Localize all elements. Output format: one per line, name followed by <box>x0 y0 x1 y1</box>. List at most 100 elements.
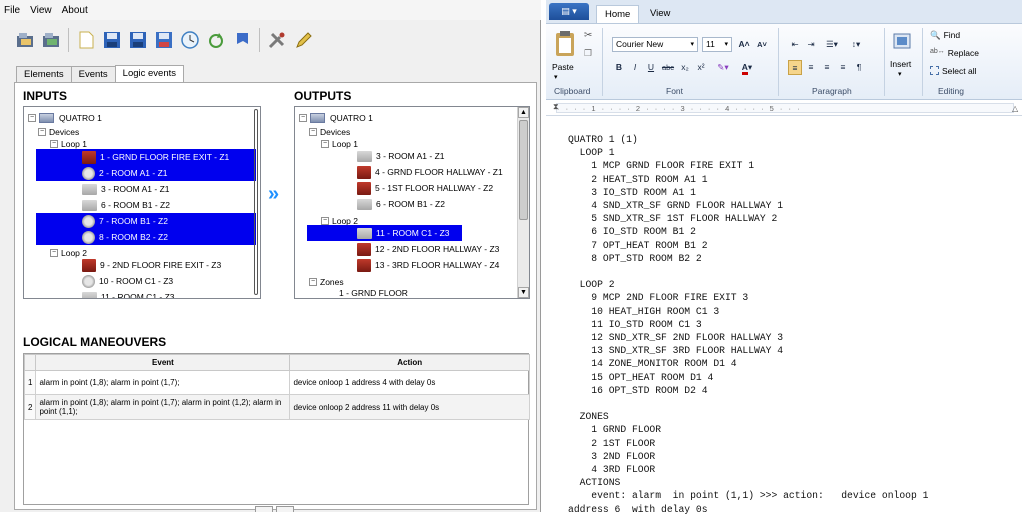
scroll-up-icon[interactable]: ▲ <box>518 107 529 118</box>
tree-device-item[interactable]: 8 - ROOM B2 - Z2 <box>36 229 256 245</box>
insert-picture-icon[interactable] <box>892 32 912 52</box>
replace-button[interactable]: ab↔ Replace <box>930 48 979 58</box>
tree-device-item[interactable]: 7 - ROOM B1 - Z2 <box>36 213 256 229</box>
tree-node-zone[interactable]: 1 - GRND FLOOR <box>339 285 408 298</box>
paste-button[interactable]: Paste <box>552 62 574 72</box>
tree-device-item[interactable]: 13 - 3RD FLOOR HALLWAY - Z4 <box>357 257 499 273</box>
menu-view[interactable]: View <box>30 5 52 16</box>
collapse-icon[interactable]: − <box>28 114 36 122</box>
align-left-icon[interactable]: ≡ <box>788 60 802 75</box>
tab-elements[interactable]: Elements <box>16 66 72 82</box>
copy-icon[interactable]: ❐ <box>584 48 592 59</box>
application-menu-button[interactable]: ▤ ▾ <box>549 3 589 20</box>
strikethrough-icon[interactable]: abc <box>660 60 676 75</box>
italic-icon[interactable]: I <box>628 60 642 75</box>
table-row[interactable]: 2 alarm in point (1,8); alarm in point (… <box>23 394 530 420</box>
tree-device-item[interactable]: 9 - 2ND FLOOR FIRE EXIT - Z3 <box>82 257 221 273</box>
save-all-icon[interactable] <box>153 29 175 51</box>
scroll-down-icon[interactable]: ▼ <box>518 287 529 298</box>
collapse-icon[interactable]: − <box>299 114 307 122</box>
ruler[interactable]: · · · · 1 · · · · 2 · · · · 3 · · · · 4 … <box>546 100 1022 116</box>
tab-logic-events[interactable]: Logic events <box>114 65 184 82</box>
tree-device-item[interactable]: 6 - ROOM B1 - Z2 <box>357 196 445 212</box>
paste-icon[interactable] <box>554 30 576 58</box>
tree-device-item[interactable]: 1 - GRND FLOOR FIRE EXIT - Z1 <box>36 149 256 165</box>
event-cell[interactable]: alarm in point (1,8); alarm in point (1,… <box>35 370 291 395</box>
tree-device-item[interactable]: 4 - GRND FLOOR HALLWAY - Z1 <box>357 164 503 180</box>
select-all-button[interactable]: Select all <box>930 66 977 76</box>
font-family-select[interactable]: Courier New ▾ <box>612 37 698 52</box>
action-cell[interactable]: device onloop 2 address 11 with delay 0s <box>289 394 530 420</box>
scroll-thumb[interactable] <box>519 120 528 220</box>
highlight-color-icon[interactable]: ✎▾ <box>712 60 734 75</box>
paragraph-dialog-icon[interactable]: ¶ <box>852 60 866 75</box>
indent-marker-icon[interactable]: ⧗ <box>553 102 559 112</box>
pen-icon[interactable] <box>292 29 314 51</box>
font-size-select[interactable]: 11 ▾ <box>702 37 732 52</box>
tree-device-item[interactable]: 2 - ROOM A1 - Z1 <box>36 165 256 181</box>
tree-device-item[interactable]: 3 - ROOM A1 - Z1 <box>357 148 445 164</box>
subscript-icon[interactable]: x₂ <box>678 60 692 75</box>
collapse-icon[interactable]: − <box>321 217 329 225</box>
tree-device-item[interactable]: 11 - ROOM C1 - Z3 <box>82 289 175 298</box>
tree-node-loop-1[interactable]: − Loop 1 <box>321 136 358 152</box>
menu-about[interactable]: About <box>62 5 88 16</box>
tree-device-item[interactable]: 11 - ROOM C1 - Z3 <box>307 225 462 241</box>
outputs-tree[interactable]: − QUATRO 1 − Devices − Loop 1 3 - ROOM A… <box>294 106 530 299</box>
column-header-event[interactable]: Event <box>35 354 291 371</box>
tools-icon[interactable] <box>266 29 288 51</box>
column-header-action[interactable]: Action <box>289 354 530 371</box>
refresh-icon[interactable] <box>205 29 227 51</box>
action-cell[interactable]: device onloop 1 address 4 with delay 0s <box>289 370 530 395</box>
document-body[interactable]: QUATRO 1 (1) LOOP 1 1 MCP GRND FLOOR FIR… <box>550 121 1022 515</box>
inputs-tree[interactable]: − QUATRO 1 − Devices − Loop 1 1 - GRND F… <box>23 106 261 299</box>
clock-icon[interactable] <box>179 29 201 51</box>
open-icon[interactable] <box>14 29 36 51</box>
superscript-icon[interactable]: x² <box>694 60 708 75</box>
bold-icon[interactable]: B <box>612 60 626 75</box>
insert-button[interactable]: Insert <box>890 59 911 69</box>
underline-icon[interactable]: U <box>644 60 658 75</box>
tree-device-item[interactable]: 12 - 2ND FLOOR HALLWAY - Z3 <box>357 241 499 257</box>
tree-device-item[interactable]: 10 - ROOM C1 - Z3 <box>82 273 173 289</box>
increase-indent-icon[interactable]: ⇥ <box>804 37 818 52</box>
flag-icon[interactable] <box>231 29 253 51</box>
text-color-icon[interactable]: A▾ <box>736 60 758 75</box>
collapse-icon[interactable]: − <box>50 140 58 148</box>
decrease-indent-icon[interactable]: ⇤ <box>788 37 802 52</box>
collapse-icon[interactable]: − <box>321 140 329 148</box>
open-alt-icon[interactable] <box>40 29 62 51</box>
save-icon[interactable] <box>101 29 123 51</box>
paste-dropdown-icon[interactable]: ▾ <box>554 73 558 81</box>
shrink-font-icon[interactable]: A˅ <box>754 37 770 52</box>
tree-device-item[interactable]: 5 - 1ST FLOOR HALLWAY - Z2 <box>357 180 493 196</box>
table-row[interactable]: 1 alarm in point (1,8); alarm in point (… <box>23 370 530 395</box>
next-page-button[interactable] <box>276 506 294 512</box>
right-indent-marker-icon[interactable]: △ <box>1012 104 1018 113</box>
new-document-icon[interactable] <box>75 29 97 51</box>
tree-device-item[interactable]: 3 - ROOM A1 - Z1 <box>82 181 170 197</box>
insert-dropdown-icon[interactable]: ▾ <box>898 70 902 78</box>
tab-home[interactable]: Home <box>596 5 640 23</box>
grow-font-icon[interactable]: A˄ <box>736 37 752 52</box>
prev-page-button[interactable] <box>255 506 273 512</box>
find-button[interactable]: 🔍 Find <box>930 30 960 41</box>
collapse-icon[interactable]: − <box>309 128 317 136</box>
bullets-icon[interactable]: ☰▾ <box>822 37 842 52</box>
line-spacing-icon[interactable]: ↕▾ <box>846 37 866 52</box>
menu-file[interactable]: File <box>4 5 20 16</box>
collapse-icon[interactable]: − <box>38 128 46 136</box>
inputs-tree-scrollbar[interactable] <box>254 109 258 295</box>
event-cell[interactable]: alarm in point (1,8); alarm in point (1,… <box>35 394 291 420</box>
save-as-icon[interactable] <box>127 29 149 51</box>
align-right-icon[interactable]: ≡ <box>820 60 834 75</box>
tree-device-item[interactable]: 6 - ROOM B1 - Z2 <box>82 197 170 213</box>
tab-view[interactable]: View <box>642 5 678 23</box>
tab-events[interactable]: Events <box>70 66 116 82</box>
outputs-tree-scrollbar[interactable]: ▲ ▼ <box>517 107 529 298</box>
collapse-icon[interactable]: − <box>50 249 58 257</box>
justify-icon[interactable]: ≡ <box>836 60 850 75</box>
transfer-arrow-icon[interactable]: » <box>268 183 279 206</box>
align-center-icon[interactable]: ≡ <box>804 60 818 75</box>
cut-icon[interactable]: ✂ <box>584 30 592 41</box>
